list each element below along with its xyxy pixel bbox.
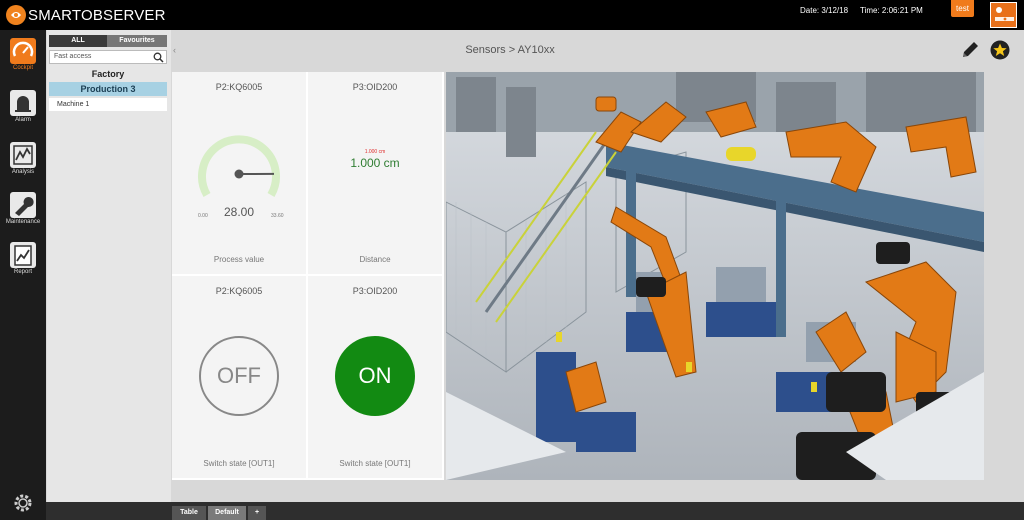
widget-grid: P2:KQ6005 28.00 0.00 33.60 Process value… (172, 72, 444, 480)
breadcrumb: Sensors > AY10xx (465, 44, 555, 56)
gauge-widget[interactable]: P2:KQ6005 28.00 0.00 33.60 Process value (172, 72, 306, 274)
gauge-max: 33.60 (271, 213, 284, 219)
switch-state-on: ON (335, 336, 415, 416)
nav-label: Analysis (11, 169, 35, 175)
widget-title: P3:OID200 (352, 82, 398, 92)
tree-item-machine[interactable]: Machine 1 (49, 98, 167, 111)
nav-alarm[interactable]: Alarm (0, 86, 46, 136)
ifm-logo (990, 2, 1017, 28)
tree-panel: ALL Favourites Fast access Factory Produ… (47, 30, 171, 520)
edit-pencil-icon[interactable] (960, 40, 980, 60)
nav-label: Maintenance (5, 219, 41, 225)
tab-favourites[interactable]: Favourites (107, 35, 167, 47)
date-display: Date: 3/12/18 (800, 6, 849, 15)
tab-table[interactable]: Table (172, 506, 206, 520)
wrench-icon (10, 192, 36, 218)
top-bar: SMARTOBSERVER Date: 3/12/18 Time: 2:06:2… (0, 0, 1024, 30)
tree-item-factory[interactable]: Factory (49, 69, 167, 81)
collapse-panel-icon[interactable]: ‹ (173, 45, 176, 55)
widget-footer: Distance (359, 255, 391, 264)
widget-footer: Switch state [OUT1] (339, 459, 411, 468)
widget-title: P2:KQ6005 (215, 286, 263, 296)
distance-widget[interactable]: P3:OID200 1.000 cm 1.000 cm Distance (308, 72, 442, 274)
user-button[interactable]: test (951, 0, 974, 17)
widget-title: P2:KQ6005 (215, 82, 263, 92)
dashboard-tabs-bar: Table Default + (46, 502, 1024, 520)
nav-label: Report (13, 269, 32, 275)
settings-gear-icon[interactable] (12, 492, 34, 514)
report-icon (10, 242, 36, 268)
widget-footer: Switch state [OUT1] (203, 459, 275, 468)
switch-widget-on[interactable]: P3:OID200 ON Switch state [OUT1] (308, 276, 442, 478)
gauge-icon (10, 38, 36, 64)
nav-analysis[interactable]: Analysis (0, 138, 46, 188)
add-tab-button[interactable]: + (248, 506, 266, 520)
tree-tabs: ALL Favourites (49, 35, 167, 47)
distance-small-value: 1.000 cm (364, 149, 386, 155)
time-display: Time: 2:06:21 PM (860, 6, 923, 15)
widget-title: P3:OID200 (352, 286, 398, 296)
gauge-value: 28.00 (223, 205, 255, 219)
gauge-min: 0.00 (198, 213, 208, 219)
favourite-star-icon[interactable] (990, 40, 1010, 60)
fast-access-search[interactable]: Fast access (49, 50, 167, 64)
main-navigation: Cockpit Alarm Analysis Maintenance Repor… (0, 30, 46, 520)
process-value-gauge (198, 135, 280, 198)
switch-state-off: OFF (199, 336, 279, 416)
app-title: SMARTOBSERVER (28, 7, 166, 24)
tab-default[interactable]: Default (208, 506, 246, 520)
chart-icon (10, 142, 36, 168)
smartobserver-logo-icon (6, 5, 26, 25)
search-icon[interactable] (153, 52, 164, 63)
switch-widget-off[interactable]: P2:KQ6005 OFF Switch state [OUT1] (172, 276, 306, 478)
alarm-icon (10, 90, 36, 116)
nav-cockpit[interactable]: Cockpit (0, 34, 46, 84)
nav-report[interactable]: Report (0, 238, 46, 288)
nav-label: Alarm (15, 117, 31, 123)
factory-scene-image (446, 72, 984, 480)
distance-value: 1.000 cm (350, 156, 400, 170)
nav-maintenance[interactable]: Maintenance (0, 188, 46, 238)
tab-all[interactable]: ALL (49, 35, 107, 47)
search-placeholder: Fast access (54, 53, 92, 60)
widget-footer: Process value (213, 255, 265, 264)
tree-item-production[interactable]: Production 3 (49, 82, 167, 96)
nav-label: Cockpit (12, 65, 33, 71)
factory-3d-view[interactable] (446, 72, 984, 480)
